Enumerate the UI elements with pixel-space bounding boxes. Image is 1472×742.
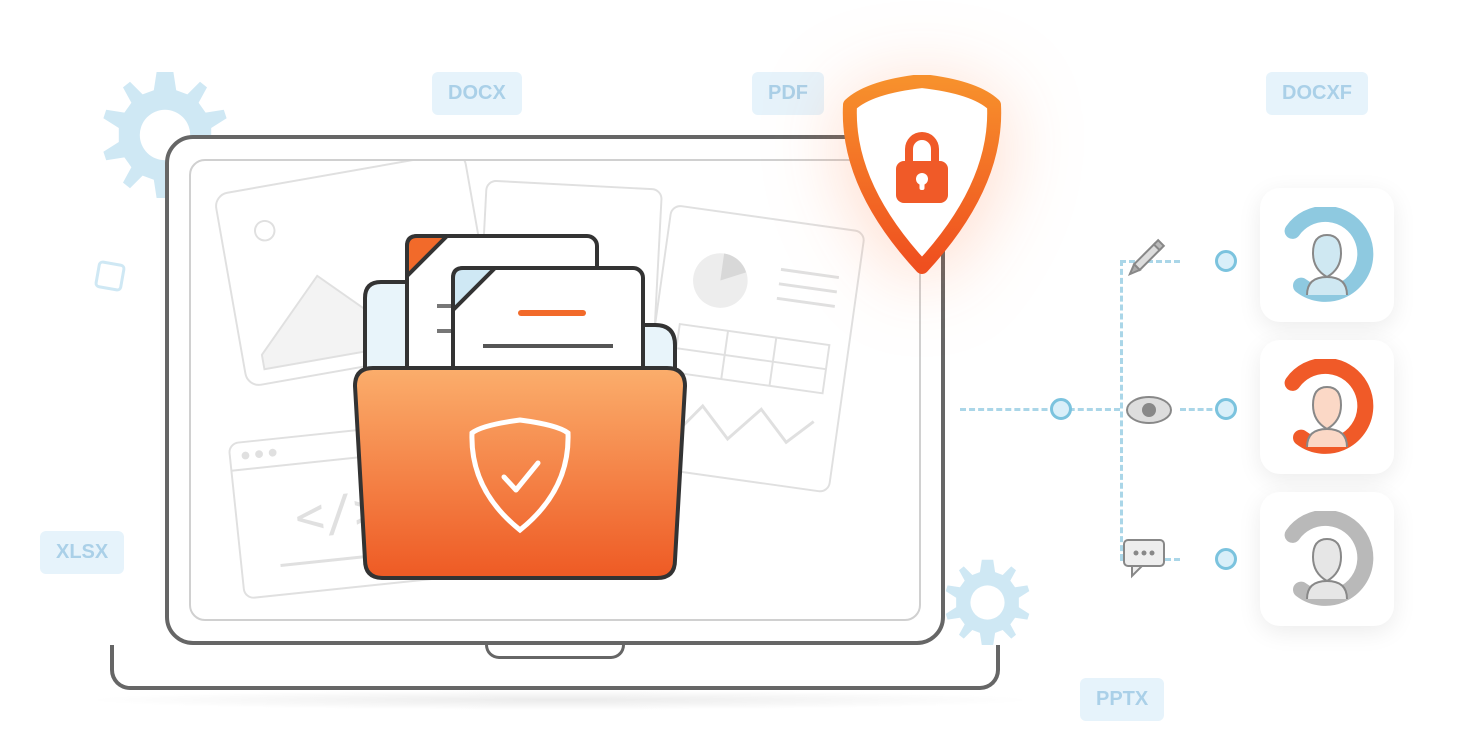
badge-docxf: DOCXF [1266, 72, 1368, 115]
badge-pdf: PDF [752, 72, 824, 115]
connector-node [1215, 398, 1237, 420]
comment-icon [1120, 532, 1168, 580]
badge-pptx: PPTX [1080, 678, 1164, 721]
user-avatar-icon [1279, 207, 1375, 303]
user-card-comment [1260, 492, 1394, 626]
user-avatar-icon [1279, 511, 1375, 607]
pencil-icon [1120, 236, 1168, 284]
laptop-notch [485, 645, 625, 659]
badge-docx: DOCX [432, 72, 522, 115]
badge-xlsx: XLSX [40, 531, 124, 574]
permissions-diagram [970, 230, 1410, 610]
decorative-square [94, 260, 126, 292]
connector-node [1215, 548, 1237, 570]
laptop-base [110, 645, 1000, 690]
laptop-shadow [80, 690, 1040, 710]
connector-node [1050, 398, 1072, 420]
secure-folder [345, 230, 695, 580]
user-avatar-icon [1279, 359, 1375, 455]
user-card-edit [1260, 188, 1394, 322]
connector-node [1215, 250, 1237, 272]
eye-icon [1125, 386, 1173, 434]
user-card-view [1260, 340, 1394, 474]
